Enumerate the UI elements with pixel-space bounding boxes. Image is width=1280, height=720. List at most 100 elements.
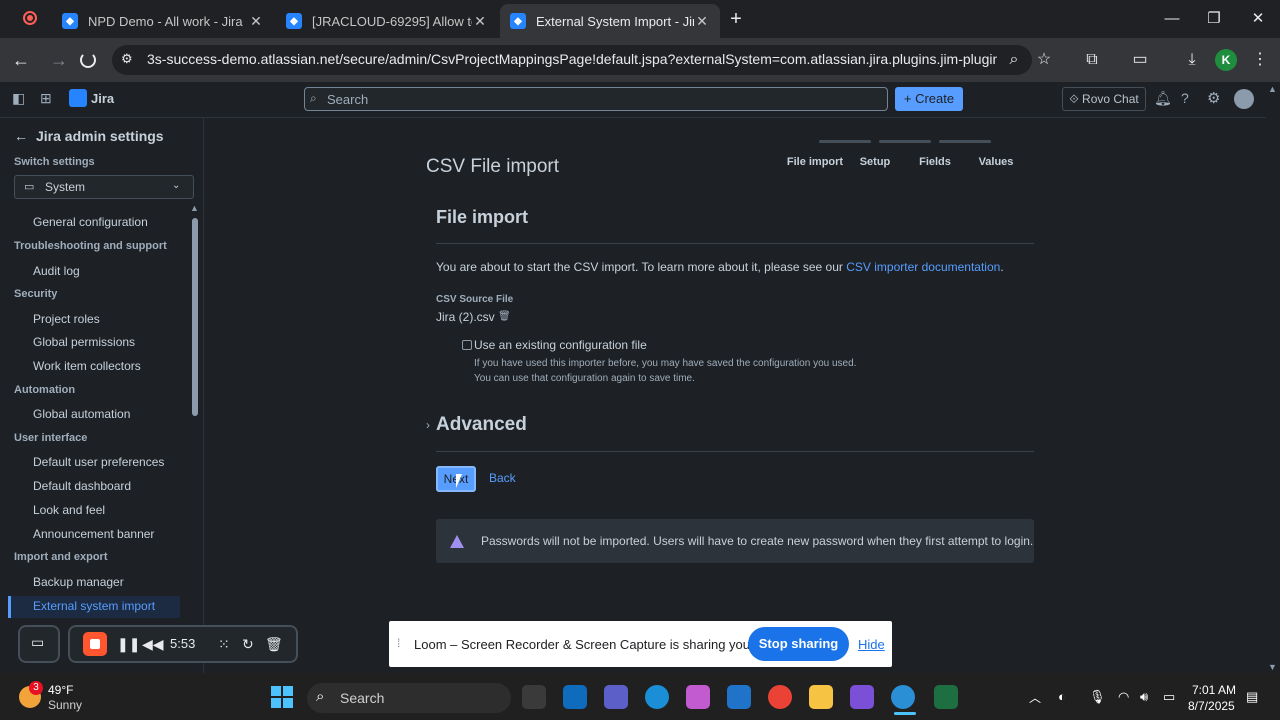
hide-link[interactable]: Hide xyxy=(858,637,885,652)
notifications-bell-icon[interactable]: 🔔︎ xyxy=(1154,90,1172,107)
use-existing-config-checkbox[interactable] xyxy=(462,340,472,350)
settings-gear-icon[interactable]: ⚙ xyxy=(1207,89,1220,107)
tray-app-icon[interactable]: ◐ xyxy=(1058,689,1066,704)
minimize-icon[interactable]: — xyxy=(1152,6,1192,32)
drag-handle-icon[interactable]: ⁞ xyxy=(397,636,400,650)
help-icon[interactable]: ? xyxy=(1181,90,1189,106)
step-progress-bar xyxy=(879,140,931,143)
microphone-icon[interactable]: 🎙︎ xyxy=(1089,689,1106,705)
sidebar-scrollbar[interactable] xyxy=(192,218,198,416)
sidebar-item-external-system-import[interactable]: External system import xyxy=(33,599,155,613)
create-button[interactable]: + Create xyxy=(895,87,963,111)
trash-icon[interactable]: 🗑︎ xyxy=(498,311,511,322)
close-icon[interactable]: ✕ xyxy=(694,13,710,30)
loading-spinner-icon[interactable] xyxy=(80,52,96,68)
volume-icon[interactable]: 🔊︎ xyxy=(1140,689,1148,705)
jira-logo-icon[interactable] xyxy=(69,89,87,107)
use-existing-config-label[interactable]: Use an existing configuration file xyxy=(474,338,647,352)
file-explorer-icon[interactable] xyxy=(809,685,833,709)
download-icon[interactable]: ⤓ xyxy=(1180,48,1204,72)
sidebar-item-work-item-collectors[interactable]: Work item collectors xyxy=(33,359,141,373)
zoom-icon[interactable]: ⌕ xyxy=(1002,48,1026,72)
edge-icon[interactable] xyxy=(645,685,669,709)
scroll-up-icon[interactable]: ▲ xyxy=(190,203,199,213)
sidebar-title[interactable]: Jira admin settings xyxy=(36,128,164,144)
copilot-icon[interactable] xyxy=(686,685,710,709)
excel-icon[interactable] xyxy=(934,685,958,709)
close-icon[interactable]: ✕ xyxy=(248,13,264,30)
tray-chevron-icon[interactable]: ︿ xyxy=(1029,689,1041,706)
profile-avatar[interactable]: K xyxy=(1215,49,1237,71)
chrome-icon[interactable] xyxy=(768,685,792,709)
teams-icon[interactable] xyxy=(604,685,628,709)
system-dropdown[interactable]: System xyxy=(14,175,194,199)
close-icon[interactable]: ✕ xyxy=(472,13,488,30)
clock-date[interactable]: 8/7/2025 xyxy=(1188,699,1235,713)
url-text[interactable]: 3s-success-demo.atlassian.net/secure/adm… xyxy=(147,51,997,67)
jira-brand[interactable]: Jira xyxy=(91,91,114,106)
chevron-right-icon[interactable]: › xyxy=(426,418,430,432)
tab-search-icon[interactable]: ▭ xyxy=(1128,48,1152,72)
stop-sharing-button[interactable]: Stop sharing xyxy=(748,627,849,661)
site-settings-icon[interactable]: ⚙ xyxy=(121,51,133,67)
browser-menu-icon[interactable]: ⋮ xyxy=(1248,48,1272,72)
sidebar-item-project-roles[interactable]: Project roles xyxy=(33,312,100,326)
clock-time[interactable]: 7:01 AM xyxy=(1192,683,1236,697)
browser-tab-external-system-import[interactable]: ◆ External System Import - Jira ✕ xyxy=(500,4,720,38)
task-view-icon[interactable] xyxy=(522,685,546,709)
start-tile xyxy=(271,698,281,708)
chevron-down-icon: ⌄ xyxy=(172,180,181,191)
sidebar-item-backup-manager[interactable]: Backup manager xyxy=(33,575,124,589)
new-tab-icon[interactable]: + xyxy=(716,6,756,32)
outlook-icon[interactable] xyxy=(563,685,587,709)
scroll-up-icon[interactable]: ▲ xyxy=(1268,84,1277,94)
app-switcher-icon[interactable]: ⊞ xyxy=(40,90,52,107)
sidebar-item-global-permissions[interactable]: Global permissions xyxy=(33,335,135,349)
draw-tools-icon[interactable]: ⁙ xyxy=(218,636,230,653)
back-arrow-icon[interactable]: ← xyxy=(8,48,34,74)
sidebar-item-default-dashboard[interactable]: Default dashboard xyxy=(33,479,131,493)
wifi-icon[interactable]: ◠ xyxy=(1118,689,1129,705)
back-button[interactable]: Back xyxy=(489,471,516,485)
weather-temperature[interactable]: 49°F xyxy=(48,683,73,697)
sidebar-item-global-automation[interactable]: Global automation xyxy=(33,407,130,421)
notifications-icon[interactable]: ▤ xyxy=(1246,689,1258,705)
extensions-icon[interactable]: ⧉ xyxy=(1080,48,1104,72)
step-progress-bar xyxy=(939,140,991,143)
taskbar-search[interactable] xyxy=(307,683,511,713)
sidebar-toggle-icon[interactable]: ◧ xyxy=(12,90,25,107)
back-arrow-icon[interactable]: ← xyxy=(14,128,28,144)
advanced-toggle[interactable]: Advanced xyxy=(436,414,527,436)
user-avatar[interactable] xyxy=(1234,89,1254,109)
window-close-icon[interactable]: ✕ xyxy=(1238,6,1278,32)
sidebar-item-general-configuration[interactable]: General configuration xyxy=(33,215,148,229)
windows-start-icon[interactable] xyxy=(271,686,293,708)
rovo-chat-button[interactable]: ⟐ Rovo Chat xyxy=(1062,87,1146,111)
chrome-profile-icon[interactable] xyxy=(891,685,915,709)
sidebar-item-announcement-banner[interactable]: Announcement banner xyxy=(33,527,154,541)
browser-tab-jracloud[interactable]: ◆ [JRACLOUD-69295] Allow to up ✕ xyxy=(276,4,498,38)
battery-icon[interactable]: ▭ xyxy=(1163,689,1175,705)
browser-tab-npd-demo[interactable]: ◆ NPD Demo - All work - Jira ✕ xyxy=(52,4,274,38)
csv-importer-documentation-link[interactable]: CSV importer documentation xyxy=(846,260,1000,274)
rewind-icon[interactable]: ◀◀ xyxy=(142,636,164,653)
trash-icon[interactable]: 🗑︎ xyxy=(265,636,283,653)
scroll-down-icon[interactable]: ▼ xyxy=(1268,662,1277,672)
store-icon[interactable] xyxy=(727,685,751,709)
sidebar-item-look-and-feel[interactable]: Look and feel xyxy=(33,503,105,517)
pause-icon[interactable]: ❚❚ xyxy=(117,636,140,653)
page-scrollbar[interactable] xyxy=(1266,82,1280,673)
sidebar-item-audit-log[interactable]: Audit log xyxy=(33,264,80,278)
forward-arrow-icon[interactable]: → xyxy=(46,48,72,74)
weather-description[interactable]: Sunny xyxy=(48,698,82,712)
stop-icon xyxy=(90,639,100,649)
restore-icon[interactable]: ❐ xyxy=(1194,6,1234,32)
start-tile xyxy=(271,686,281,696)
monitor-icon: ▭ xyxy=(24,181,35,193)
microsoft-365-icon[interactable] xyxy=(850,685,874,709)
restart-icon[interactable]: ↻ xyxy=(242,636,254,653)
search-input[interactable] xyxy=(304,87,888,111)
sidebar-item-default-user-preferences[interactable]: Default user preferences xyxy=(33,455,164,469)
bookmark-star-icon[interactable]: ☆ xyxy=(1032,48,1056,72)
sidebar-section-user-interface: User interface xyxy=(14,432,88,444)
